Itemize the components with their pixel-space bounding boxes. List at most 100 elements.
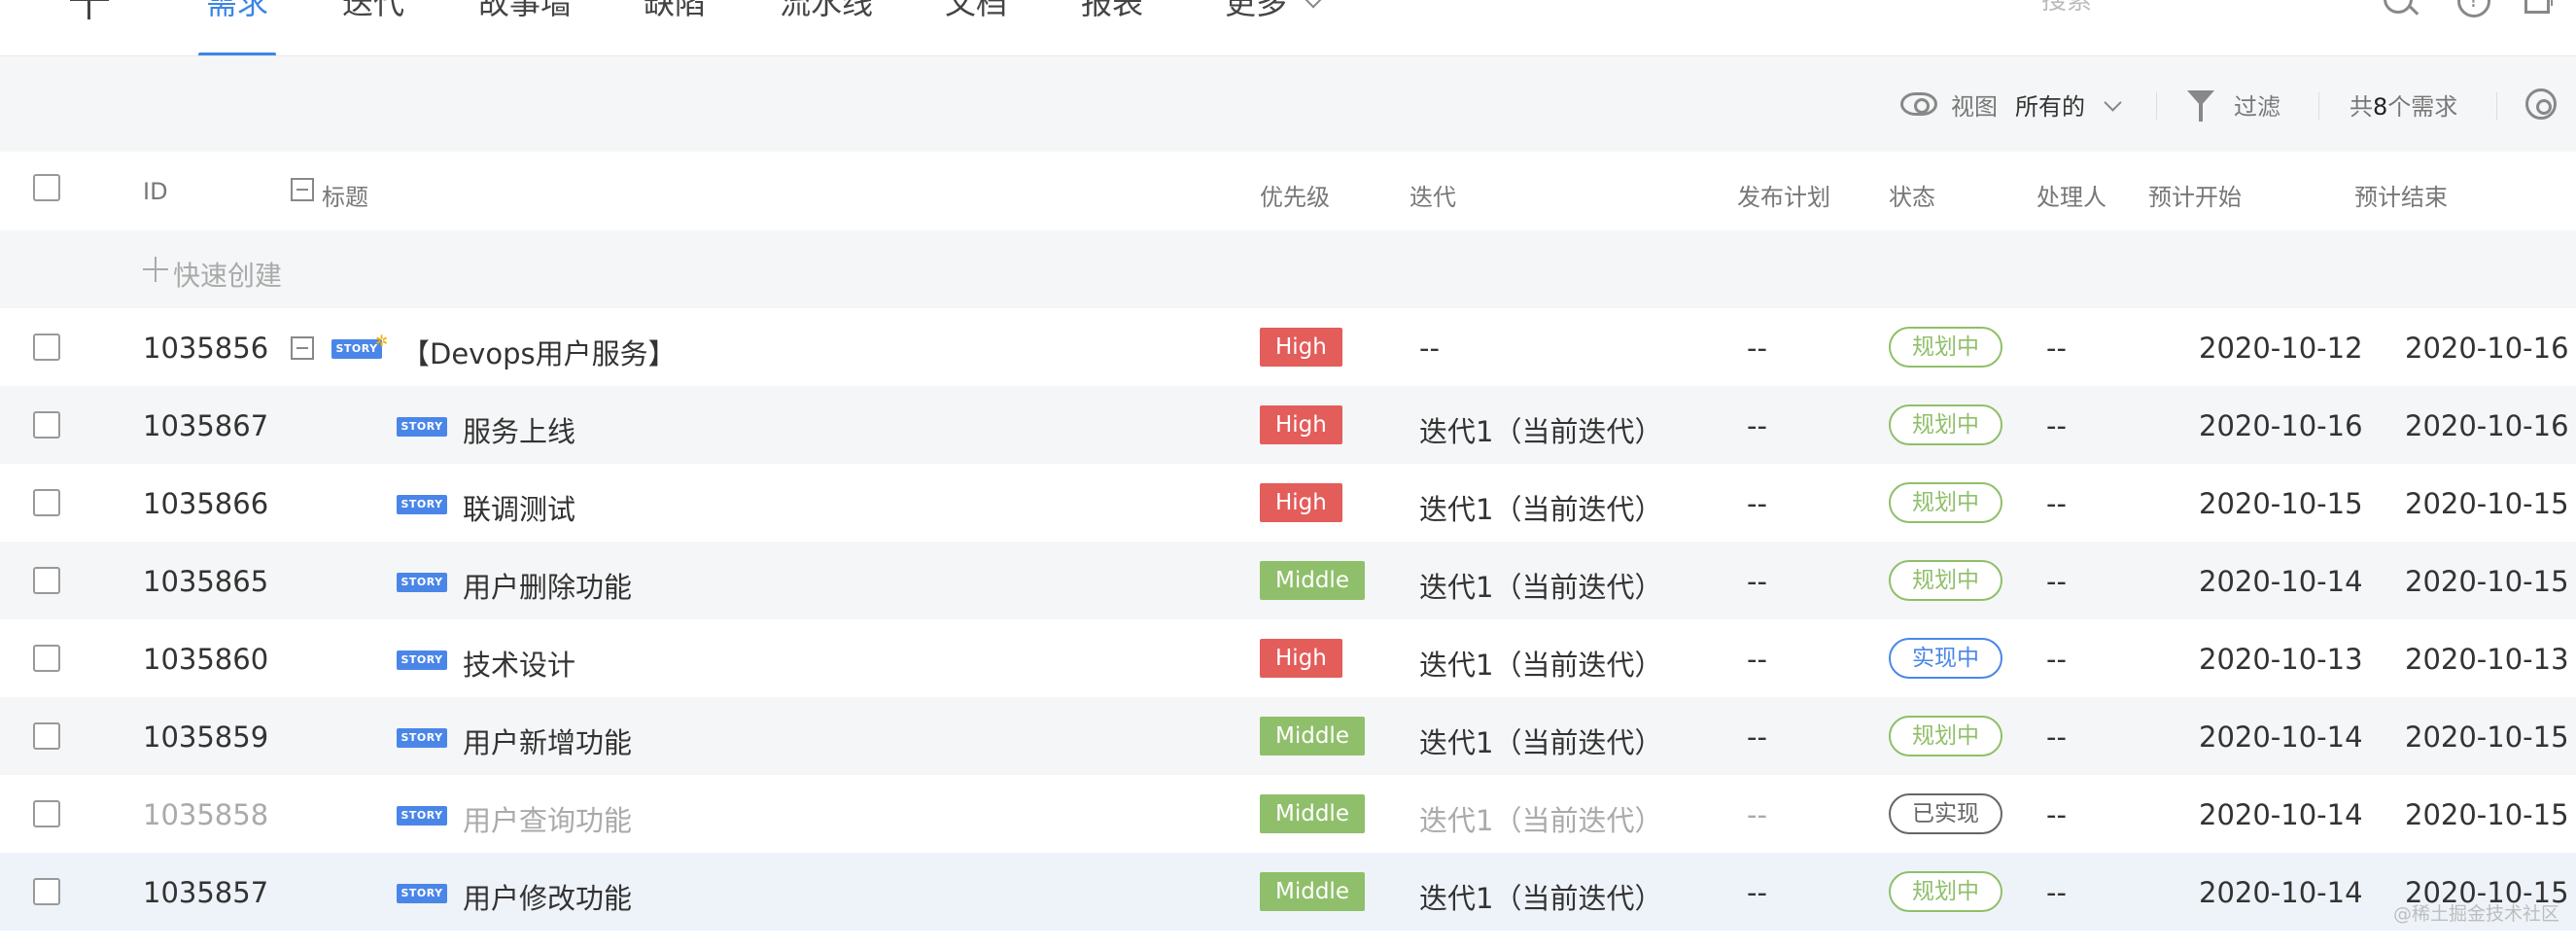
- status-badge[interactable]: 规划中: [1889, 482, 2002, 523]
- row-assignee[interactable]: --: [2046, 409, 2067, 442]
- gear-icon[interactable]: [2525, 88, 2557, 120]
- priority-badge[interactable]: High: [1260, 483, 1342, 522]
- row-end-date[interactable]: 2020-10-16: [2405, 332, 2569, 365]
- row-checkbox[interactable]: [33, 411, 60, 439]
- row-end-date[interactable]: 2020-10-15: [2405, 487, 2569, 520]
- chevron-down-icon[interactable]: [2104, 93, 2122, 112]
- row-start-date[interactable]: 2020-10-15: [2199, 487, 2363, 520]
- filter-icon[interactable]: [2187, 90, 2220, 122]
- row-start-date[interactable]: 2020-10-14: [2199, 798, 2363, 831]
- status-badge[interactable]: 规划中: [1889, 871, 2002, 912]
- add-icon[interactable]: [66, 0, 113, 23]
- row-title[interactable]: 联调测试: [463, 487, 575, 528]
- select-all-checkbox[interactable]: [33, 174, 60, 201]
- row-iteration[interactable]: 迭代1（当前迭代）: [1419, 487, 1662, 528]
- tab-defects[interactable]: 缺陷: [644, 0, 706, 23]
- row-end-date[interactable]: 2020-10-15: [2405, 798, 2569, 831]
- col-status[interactable]: 状态: [1889, 178, 1935, 212]
- table-row[interactable]: 1035867 STORY 服务上线 High 迭代1（当前迭代） -- 规划中 -- 2020…: [0, 386, 2576, 464]
- priority-badge[interactable]: Middle: [1260, 561, 1365, 600]
- row-title[interactable]: 用户查询功能: [463, 798, 632, 839]
- row-title[interactable]: 技术设计: [463, 643, 575, 684]
- row-release[interactable]: --: [1747, 409, 1767, 442]
- table-row[interactable]: 1035856 STORY ✲ 【Devops用户服务】 High -- -- 规划中 -- 20…: [0, 308, 2576, 386]
- plus-icon[interactable]: [143, 257, 168, 282]
- chevron-down-icon[interactable]: [1305, 0, 1322, 9]
- row-assignee[interactable]: --: [2046, 565, 2067, 598]
- view-select[interactable]: 所有的: [2015, 88, 2085, 122]
- help-icon[interactable]: ?: [2457, 0, 2490, 18]
- row-checkbox[interactable]: [33, 722, 60, 750]
- row-release[interactable]: --: [1747, 487, 1767, 520]
- col-assignee[interactable]: 处理人: [2036, 178, 2106, 212]
- tab-requirements[interactable]: 需求: [206, 0, 268, 23]
- col-end[interactable]: 预计结束: [2354, 178, 2448, 212]
- row-title[interactable]: 服务上线: [463, 409, 575, 450]
- priority-badge[interactable]: Middle: [1260, 717, 1365, 756]
- row-iteration[interactable]: 迭代1（当前迭代）: [1419, 565, 1662, 606]
- row-checkbox[interactable]: [33, 878, 60, 905]
- row-release[interactable]: --: [1747, 643, 1767, 676]
- row-iteration[interactable]: 迭代1（当前迭代）: [1419, 721, 1662, 761]
- search-input[interactable]: 搜索: [2041, 0, 2092, 17]
- status-badge[interactable]: 规划中: [1889, 327, 2002, 368]
- row-checkbox[interactable]: [33, 334, 60, 361]
- priority-badge[interactable]: High: [1260, 405, 1342, 444]
- row-checkbox[interactable]: [33, 567, 60, 594]
- col-iteration[interactable]: 迭代: [1410, 178, 1456, 212]
- row-iteration[interactable]: 迭代1（当前迭代）: [1419, 798, 1662, 839]
- row-assignee[interactable]: --: [2046, 643, 2067, 676]
- row-iteration[interactable]: 迭代1（当前迭代）: [1419, 643, 1662, 684]
- row-start-date[interactable]: 2020-10-16: [2199, 409, 2363, 442]
- tab-reports[interactable]: 报表: [1081, 0, 1143, 23]
- row-assignee[interactable]: --: [2046, 876, 2067, 909]
- priority-badge[interactable]: High: [1260, 639, 1342, 678]
- row-release[interactable]: --: [1747, 798, 1767, 831]
- view-label[interactable]: 视图: [1951, 88, 1998, 122]
- priority-badge[interactable]: Middle: [1260, 794, 1365, 833]
- row-iteration[interactable]: 迭代1（当前迭代）: [1419, 876, 1662, 917]
- row-title[interactable]: 用户修改功能: [463, 876, 632, 917]
- row-release[interactable]: --: [1747, 332, 1767, 365]
- tab-more[interactable]: 更多: [1225, 0, 1287, 23]
- row-start-date[interactable]: 2020-10-13: [2199, 643, 2363, 676]
- col-priority[interactable]: 优先级: [1260, 178, 1330, 212]
- status-badge[interactable]: 规划中: [1889, 404, 2002, 445]
- row-title[interactable]: 用户删除功能: [463, 565, 632, 606]
- tab-iterations[interactable]: 迭代: [342, 0, 404, 23]
- quick-create-row[interactable]: 快速创建: [0, 230, 2576, 308]
- collapse-all-icon[interactable]: [291, 178, 314, 201]
- row-release[interactable]: --: [1747, 876, 1767, 909]
- status-badge[interactable]: 规划中: [1889, 560, 2002, 601]
- row-iteration[interactable]: 迭代1（当前迭代）: [1419, 409, 1662, 450]
- search-icon[interactable]: [2384, 0, 2413, 14]
- table-row[interactable]: 1035860 STORY 技术设计 High 迭代1（当前迭代） -- 实现中 -- 2020…: [0, 619, 2576, 697]
- priority-badge[interactable]: Middle: [1260, 872, 1365, 911]
- collapse-icon[interactable]: [291, 336, 314, 360]
- row-assignee[interactable]: --: [2046, 487, 2067, 520]
- row-checkbox[interactable]: [33, 489, 60, 516]
- status-badge[interactable]: 已实现: [1889, 793, 2002, 834]
- quick-create-button[interactable]: 快速创建: [173, 255, 282, 294]
- tab-story-wall[interactable]: 故事墙: [478, 0, 572, 23]
- row-checkbox[interactable]: [33, 645, 60, 672]
- row-iteration[interactable]: --: [1419, 332, 1440, 365]
- add-member-icon[interactable]: [2523, 0, 2561, 14]
- row-end-date[interactable]: 2020-10-15: [2405, 565, 2569, 598]
- col-start[interactable]: 预计开始: [2148, 178, 2242, 212]
- row-end-date[interactable]: 2020-10-16: [2405, 409, 2569, 442]
- row-assignee[interactable]: --: [2046, 721, 2067, 754]
- row-start-date[interactable]: 2020-10-12: [2199, 332, 2363, 365]
- filter-button[interactable]: 过滤: [2234, 88, 2280, 122]
- table-row[interactable]: 1035866 STORY 联调测试 High 迭代1（当前迭代） -- 规划中 -- 2020…: [0, 464, 2576, 542]
- eye-icon[interactable]: [1900, 92, 1937, 116]
- row-title[interactable]: 用户新增功能: [463, 721, 632, 761]
- priority-badge[interactable]: High: [1260, 328, 1342, 367]
- row-assignee[interactable]: --: [2046, 332, 2067, 365]
- row-release[interactable]: --: [1747, 565, 1767, 598]
- row-checkbox[interactable]: [33, 800, 60, 827]
- table-row[interactable]: 1035865 STORY 用户删除功能 Middle 迭代1（当前迭代） -- 规划中 --…: [0, 542, 2576, 619]
- status-badge[interactable]: 规划中: [1889, 716, 2002, 756]
- table-row[interactable]: 1035857 STORY 用户修改功能 Middle 迭代1（当前迭代） -- 规划中 --…: [0, 853, 2576, 931]
- col-release[interactable]: 发布计划: [1737, 178, 1830, 212]
